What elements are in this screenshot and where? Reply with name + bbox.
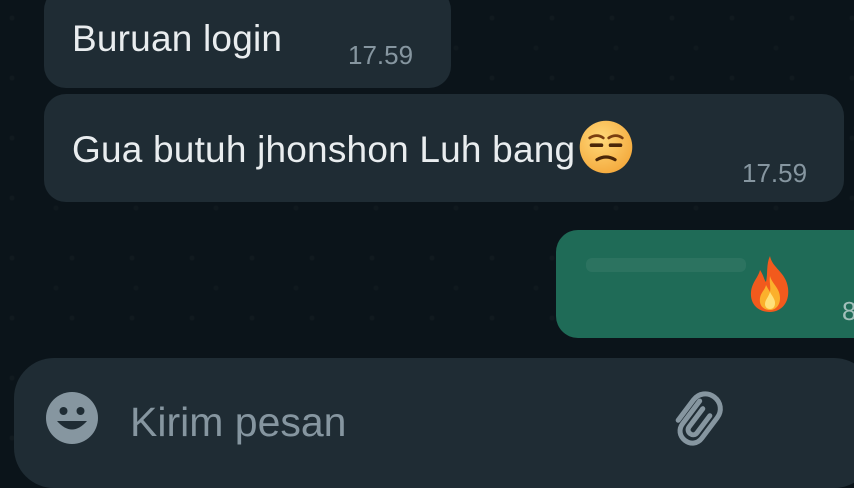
unamused-face-emoji-icon bbox=[580, 120, 633, 174]
outgoing-message-bubble[interactable]: 8 bbox=[556, 230, 854, 338]
smiley-icon[interactable] bbox=[44, 390, 100, 446]
paperclip-icon[interactable] bbox=[664, 386, 724, 450]
message-time: 8 bbox=[842, 296, 854, 326]
message-input[interactable] bbox=[130, 392, 630, 452]
blurred-text bbox=[586, 258, 746, 272]
incoming-message-bubble[interactable]: Buruan login 17.59 bbox=[44, 0, 451, 88]
message-text: Buruan login bbox=[72, 18, 283, 59]
message-time: 17.59 bbox=[742, 158, 808, 188]
chat-area: Buruan login 17.59 Gua butuh jhonshon Lu… bbox=[0, 0, 854, 488]
incoming-message-bubble[interactable]: Gua butuh jhonshon Luh bang 17.59 bbox=[44, 94, 844, 202]
fire-emoji-icon bbox=[750, 256, 789, 312]
message-text: Gua butuh jhonshon Luh bang bbox=[72, 128, 576, 170]
message-text-wrapper: Gua butuh jhonshon Luh bang bbox=[72, 120, 635, 176]
message-time: 17.59 bbox=[348, 40, 414, 70]
message-composer bbox=[14, 358, 854, 488]
